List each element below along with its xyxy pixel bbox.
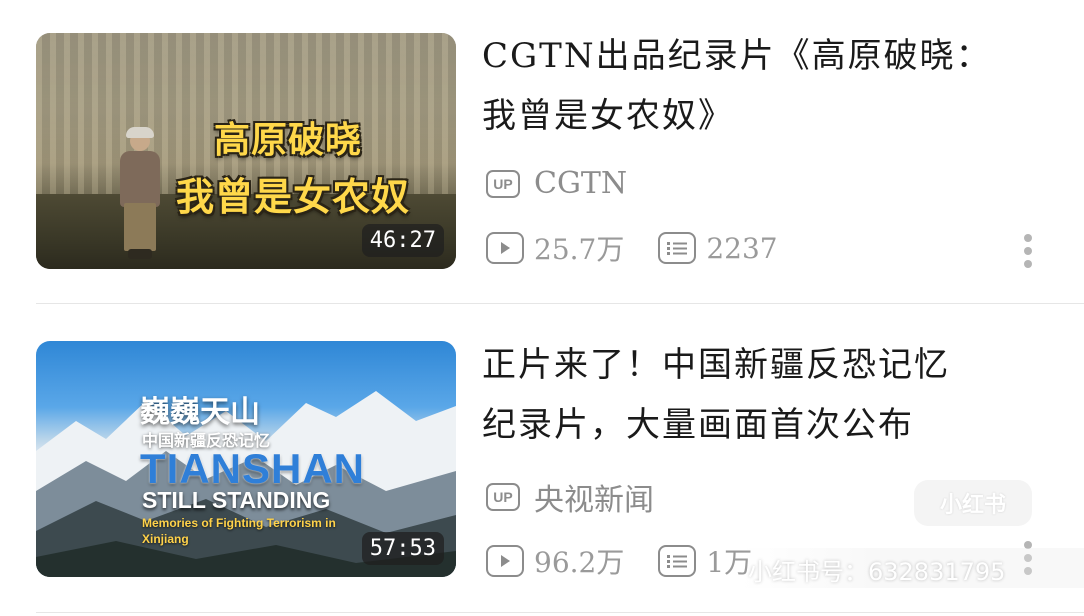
up-badge-icon: UP — [486, 169, 520, 198]
cover-caption-en: Memories of Fighting Terrorism in Xinjia… — [142, 516, 336, 546]
view-count: 25.7万 — [486, 228, 624, 268]
video-title[interactable]: CGTN出品纪录片《高原破晓： 我曾是女农奴》 — [482, 26, 1042, 146]
video-title-line: 我曾是女农奴》 — [482, 96, 734, 136]
video-duration: 57:53 — [361, 532, 444, 565]
watermark-logo: 小红书 — [914, 480, 1032, 526]
view-count: 96.2万 — [486, 541, 624, 581]
video-card[interactable]: 高原破晓 我曾是女农奴 46:27 CGTN出品纪录片《高原破晓： 我曾是女农奴… — [0, 0, 1084, 304]
cover-subtitle-en: STILL STANDING — [142, 487, 331, 513]
danmaku-icon — [658, 232, 697, 264]
video-thumbnail[interactable]: 高原破晓 我曾是女农奴 46:27 — [36, 33, 456, 269]
uploader[interactable]: UP CGTN — [486, 166, 627, 201]
danmaku-icon — [658, 545, 697, 577]
uploader-name[interactable]: CGTN — [534, 166, 627, 201]
danmaku-count: 2237 — [658, 231, 778, 265]
video-title-line: CGTN出品纪录片《高原破晓： — [482, 36, 992, 76]
view-count-value: 96.2万 — [534, 546, 625, 579]
video-thumbnail[interactable]: 巍巍天山 中国新疆反恐记忆 TIANSHAN STILL STANDING Me… — [36, 341, 456, 577]
video-title[interactable]: 正片来了！中国新疆反恐记忆 纪录片，大量画面首次公布 — [482, 335, 1042, 455]
cover-title-line: 高原破晓 — [214, 120, 363, 161]
play-count-icon — [486, 232, 524, 264]
cover-title-cn: 巍巍天山 — [140, 395, 260, 430]
divider — [36, 303, 1084, 304]
divider — [36, 612, 1084, 613]
danmaku-count-value: 2237 — [706, 231, 778, 265]
cover-title-line: 我曾是女农奴 — [176, 175, 411, 219]
view-count-value: 25.7万 — [534, 233, 625, 266]
video-stats: 25.7万 2237 — [486, 228, 812, 268]
video-title-line: 纪录片，大量画面首次公布 — [482, 405, 914, 445]
uploader-name[interactable]: 央视新闻 — [534, 475, 654, 519]
thumbnail-person — [114, 125, 166, 263]
cover-title-en: TIANSHAN — [140, 445, 365, 492]
up-badge-icon: UP — [486, 483, 520, 511]
watermark-text: 小红书号：632831795 — [748, 558, 1006, 586]
more-vertical-icon[interactable] — [1024, 234, 1032, 273]
video-title-line: 正片来了！中国新疆反恐记忆 — [482, 345, 950, 385]
video-duration: 46:27 — [361, 224, 444, 257]
uploader[interactable]: UP 央视新闻 — [486, 475, 654, 519]
danmaku-count: 1万 — [658, 541, 752, 581]
play-count-icon — [486, 545, 524, 577]
